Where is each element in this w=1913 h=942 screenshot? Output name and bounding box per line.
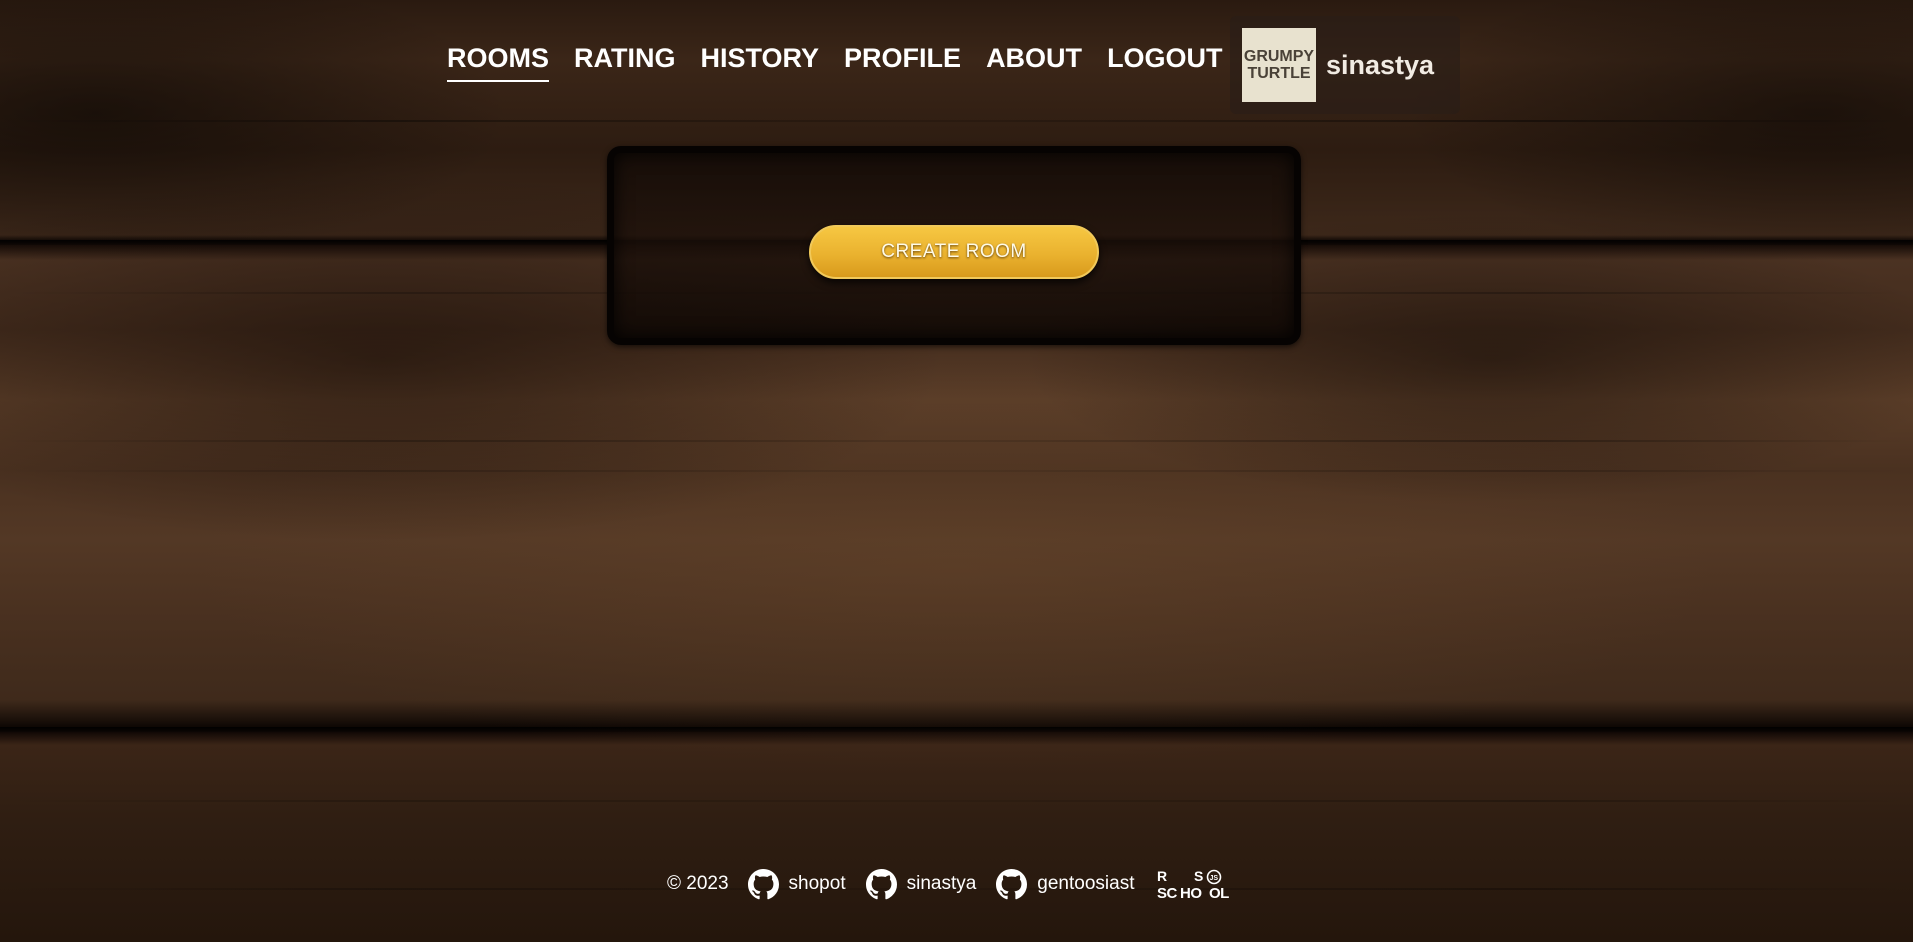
github-link-label: sinastya — [906, 873, 977, 894]
avatar: GRUMPY TURTLE — [1242, 28, 1316, 102]
github-link-sinastya[interactable]: sinastya — [865, 868, 977, 900]
nav-logout[interactable]: LOGOUT — [1107, 38, 1223, 82]
svg-text:JS: JS — [1210, 875, 1219, 882]
username: sinastya — [1326, 49, 1435, 80]
svg-text:R: R — [1157, 868, 1167, 884]
github-link-shopot[interactable]: shopot — [747, 868, 846, 900]
wood-grain — [0, 120, 1913, 122]
nav-about[interactable]: ABOUT — [986, 38, 1082, 82]
github-icon — [996, 868, 1028, 899]
wood-seam — [0, 727, 1913, 732]
wood-grain — [0, 800, 1913, 802]
github-link-gentoosiast[interactable]: gentoosiast — [996, 868, 1135, 900]
svg-text:OL: OL — [1209, 885, 1229, 901]
github-link-label: shopot — [788, 873, 846, 894]
nav-history[interactable]: HISTORY — [701, 38, 820, 82]
rs-school-logo[interactable]: R S JS SC HO OL — [1154, 867, 1236, 901]
nav-rating[interactable]: RATING — [574, 38, 676, 82]
svg-text:S: S — [1194, 868, 1203, 884]
site-header: ROOMS RATING HISTORY PROFILE ABOUT LOGOU… — [0, 8, 1913, 114]
avatar-text-line1: GRUMPY — [1243, 48, 1315, 65]
main-nav: ROOMS RATING HISTORY PROFILE ABOUT LOGOU… — [447, 38, 1248, 82]
github-link-label: gentoosiast — [1037, 873, 1135, 894]
user-card[interactable]: GRUMPY TURTLE sinastya — [1230, 16, 1460, 114]
github-icon — [747, 868, 779, 899]
github-icon — [865, 868, 897, 899]
nav-rooms[interactable]: ROOMS — [447, 38, 550, 82]
site-footer: © 2023 shopot sinastya gentoosiast R S J… — [667, 866, 1236, 902]
avatar-text-line2: TURTLE — [1247, 65, 1311, 82]
wood-grain — [0, 470, 1913, 472]
nav-profile[interactable]: PROFILE — [844, 38, 961, 82]
wood-grain — [0, 440, 1913, 442]
rooms-panel: CREATE ROOM — [607, 146, 1301, 345]
create-room-button[interactable]: CREATE ROOM — [809, 225, 1099, 279]
svg-text:HO: HO — [1180, 885, 1202, 901]
copyright: © 2023 — [667, 873, 729, 894]
svg-text:SC: SC — [1157, 885, 1178, 901]
